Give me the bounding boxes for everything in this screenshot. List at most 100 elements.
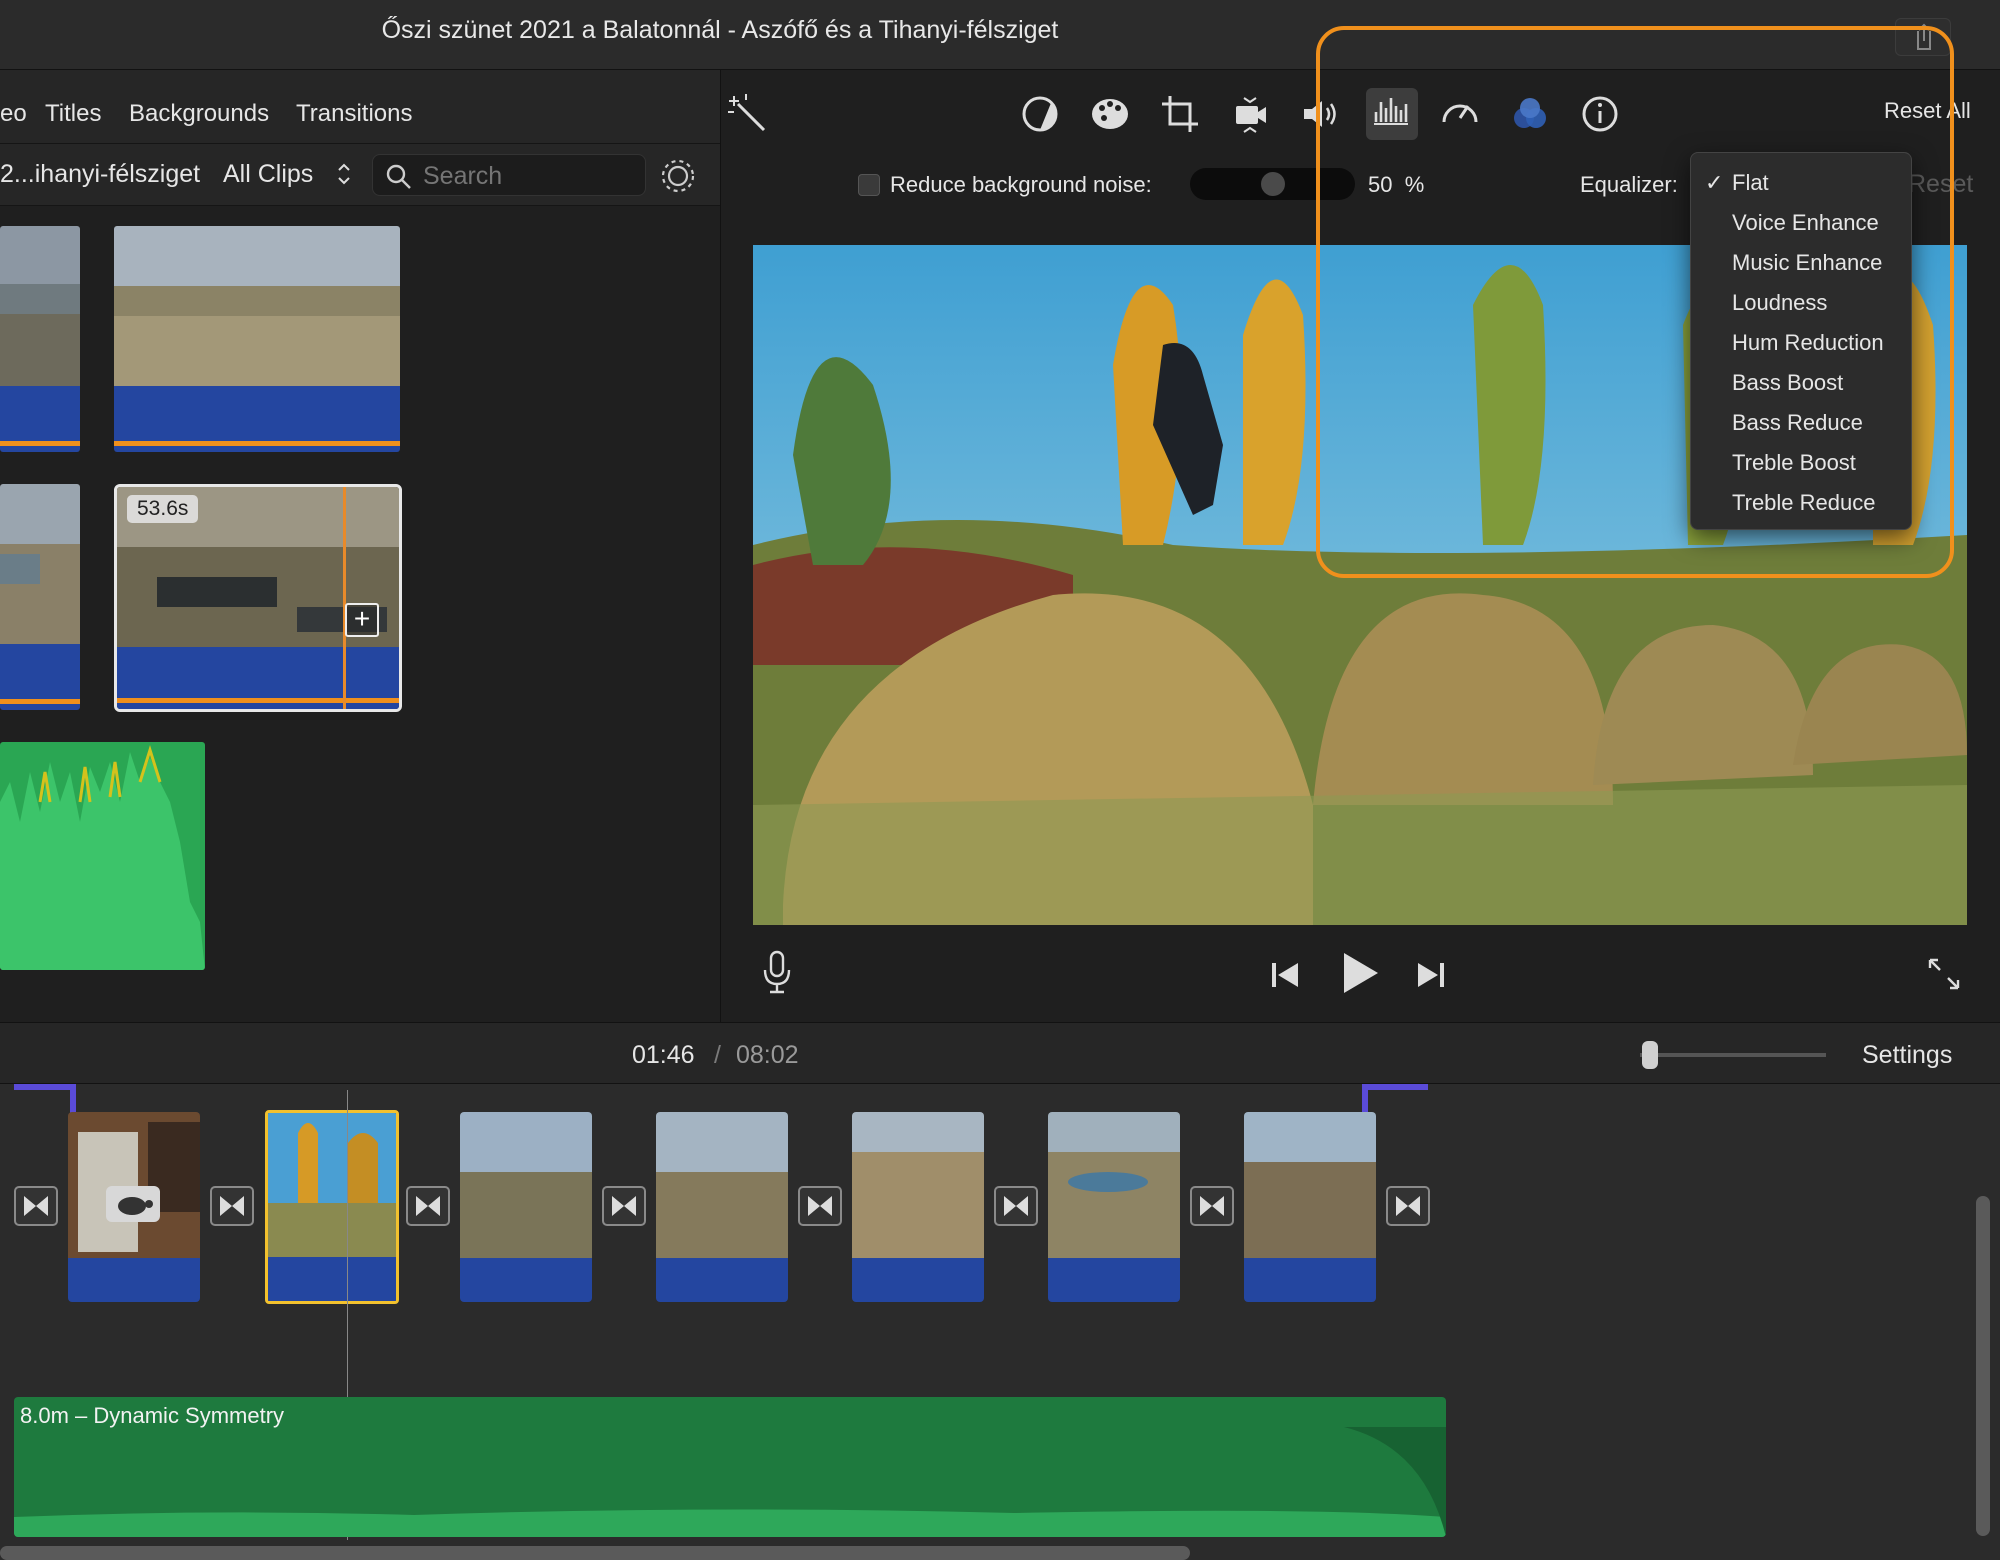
highlight-annotation — [1316, 26, 1954, 578]
range-start-marker-stem — [70, 1084, 76, 1114]
transition-button[interactable] — [14, 1186, 58, 1226]
play-icon — [1344, 953, 1378, 993]
timeline-header: 01:46 / 08:02 Settings — [0, 1022, 2000, 1084]
color-balance-icon — [1022, 96, 1058, 132]
browser-clip-selected[interactable]: 53.6s + — [114, 484, 402, 712]
clip-thumbnail — [460, 1112, 592, 1258]
microphone-icon — [763, 950, 791, 994]
transition-icon — [1396, 1196, 1420, 1216]
timeline-settings-button[interactable]: Settings — [1862, 1041, 1952, 1070]
magic-wand-button[interactable] — [724, 90, 772, 138]
browser-clip-1[interactable] — [0, 226, 80, 452]
transition-icon — [416, 1196, 440, 1216]
library-name: 2...ihanyi-félsziget — [0, 160, 201, 188]
current-timecode: 01:46 — [632, 1041, 695, 1069]
clip-filter-select[interactable]: All Clips — [223, 160, 313, 189]
add-clip-button[interactable]: + — [345, 603, 379, 637]
stabilization-button[interactable] — [1226, 90, 1274, 138]
transition-button[interactable] — [406, 1186, 450, 1226]
browser-clip-3[interactable] — [0, 484, 80, 710]
browser-clip-2[interactable] — [114, 226, 400, 452]
timeline-clip-7[interactable] — [1244, 1112, 1376, 1302]
range-start-marker[interactable] — [14, 1084, 74, 1090]
clip-thumbnail — [656, 1112, 788, 1258]
crop-icon — [1162, 96, 1198, 132]
tab-transitions[interactable]: Transitions — [296, 100, 412, 128]
skip-back-icon — [1272, 963, 1298, 987]
clip-thumbnail — [852, 1112, 984, 1258]
audio-waveform — [0, 744, 205, 970]
reduce-noise-label: Reduce background noise: — [890, 172, 1152, 197]
skip-forward-button[interactable] — [1416, 960, 1446, 995]
video-camera-icon — [1236, 97, 1266, 133]
color-balance-button[interactable] — [1016, 90, 1064, 138]
tab-backgrounds[interactable]: Backgrounds — [129, 100, 269, 128]
browser-filter-bar: 2...ihanyi-félsziget All Clips — [0, 144, 720, 206]
clip-thumbnail — [0, 226, 80, 386]
transition-button[interactable] — [994, 1186, 1038, 1226]
transition-button[interactable] — [798, 1186, 842, 1226]
timeline-clip-1[interactable] — [68, 1112, 200, 1302]
slider-knob[interactable] — [1260, 172, 1285, 196]
clip-duration-badge: 53.6s — [127, 495, 199, 523]
fade-out-handle[interactable] — [1344, 1427, 1446, 1537]
clip-thumbnail — [114, 226, 400, 386]
timeline-clip-5[interactable] — [852, 1112, 984, 1302]
search-input[interactable] — [423, 162, 623, 190]
music-track-label: 8.0m – Dynamic Symmetry — [20, 1403, 285, 1428]
reduce-noise-checkbox[interactable] — [858, 174, 880, 196]
transition-icon — [220, 1196, 244, 1216]
timeline-clip-selected[interactable] — [265, 1110, 399, 1304]
browser-audio-clip[interactable] — [0, 742, 205, 970]
clip-thumbnail — [1244, 1112, 1376, 1258]
skip-back-button[interactable] — [1270, 960, 1300, 995]
timeline-zoom-slider[interactable] — [1640, 1053, 1826, 1057]
magic-wand-icon — [728, 94, 766, 132]
music-waveform — [14, 1509, 1446, 1537]
tab-video[interactable]: eo — [0, 100, 27, 128]
transition-icon — [612, 1196, 636, 1216]
timecode-separator: / — [714, 1041, 721, 1069]
clip-thumbnail — [1048, 1112, 1180, 1258]
window-title: Őszi szünet 2021 a Balatonnál - Aszófő é… — [381, 16, 1059, 44]
fullscreen-button[interactable] — [1926, 956, 1962, 997]
zoom-slider-knob[interactable] — [1642, 1041, 1658, 1069]
range-end-marker[interactable] — [1362, 1084, 1428, 1090]
music-track[interactable]: 8.0m – Dynamic Symmetry — [14, 1397, 1446, 1537]
transition-button[interactable] — [1386, 1186, 1430, 1226]
total-duration: 08:02 — [736, 1041, 799, 1069]
transition-button[interactable] — [1190, 1186, 1234, 1226]
search-icon — [386, 164, 411, 189]
transition-icon — [808, 1196, 832, 1216]
palette-icon — [1092, 99, 1128, 129]
search-field[interactable] — [372, 154, 646, 196]
timeline-clip-4[interactable] — [656, 1112, 788, 1302]
browser-clip-area: 53.6s + — [0, 206, 720, 1022]
gear-icon[interactable] — [660, 158, 696, 199]
timeline-clip-3[interactable] — [460, 1112, 592, 1302]
transition-icon — [1200, 1196, 1224, 1216]
color-correction-button[interactable] — [1086, 90, 1134, 138]
transition-icon — [24, 1196, 48, 1216]
crop-button[interactable] — [1156, 90, 1204, 138]
slow-motion-badge — [106, 1186, 160, 1222]
transition-button[interactable] — [210, 1186, 254, 1226]
chevron-updown-icon[interactable] — [336, 158, 352, 195]
range-end-marker-stem — [1362, 1084, 1368, 1114]
browser-tab-bar: eo Titles Backgrounds Transitions — [0, 70, 720, 144]
skimmer-line — [343, 487, 346, 709]
clip-thumbnail — [268, 1113, 396, 1261]
clip-thumbnail — [0, 484, 80, 644]
transition-button[interactable] — [602, 1186, 646, 1226]
tab-titles[interactable]: Titles — [45, 100, 101, 128]
expand-icon — [1928, 958, 1960, 990]
clip-thumbnail — [68, 1112, 200, 1258]
voiceover-button[interactable] — [760, 950, 794, 999]
play-button[interactable] — [1340, 950, 1380, 1001]
horizontal-scrollbar[interactable] — [0, 1546, 1190, 1560]
vertical-scrollbar[interactable] — [1976, 1196, 1990, 1536]
skip-forward-icon — [1418, 963, 1444, 987]
timeline-clip-6[interactable] — [1048, 1112, 1180, 1302]
turtle-icon — [118, 1197, 153, 1215]
transition-icon — [1004, 1196, 1028, 1216]
